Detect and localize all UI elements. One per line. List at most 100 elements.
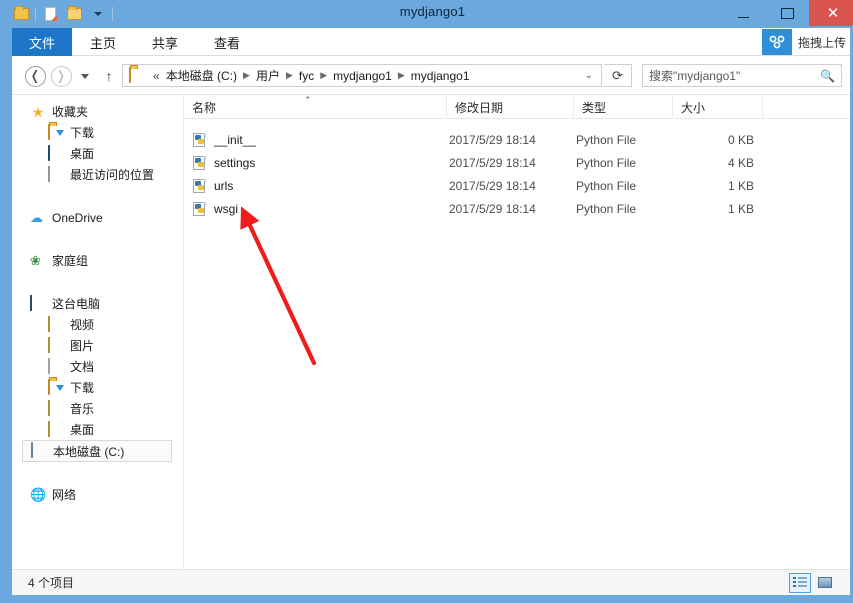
baidu-netdisk-icon[interactable] [761, 29, 792, 55]
sidebar-item-documents[interactable]: 文档 [12, 356, 183, 377]
breadcrumb-separator-1[interactable]: ▶ [283, 70, 296, 81]
column-header-modified[interactable]: 修改日期 [446, 95, 573, 119]
column-header-size[interactable]: 大小 [672, 95, 762, 119]
drag-upload-label[interactable]: 拖拽上传 [798, 34, 850, 51]
sidebar-item-videos[interactable]: 视频 [12, 314, 183, 335]
sidebar-item-downloads[interactable]: 下载 [12, 377, 183, 398]
sidebar-item-downloads-fav-label: 下载 [70, 126, 95, 140]
breadcrumb-separator-3[interactable]: ▶ [395, 70, 408, 81]
column-header-filler[interactable] [762, 95, 849, 119]
search-box[interactable]: 搜索"mydjango1" 🔍 [642, 64, 842, 87]
breadcrumb-overflow[interactable]: « [150, 69, 163, 83]
column-header-name[interactable]: 名称 [184, 95, 446, 119]
up-button[interactable]: ↑ [98, 65, 120, 87]
close-button[interactable]: ✕ [809, 0, 853, 26]
sidebar-item-music[interactable]: 音乐 [12, 398, 183, 419]
python-file-icon [192, 132, 207, 148]
breadcrumb-item-4[interactable]: mydjango1 [408, 69, 473, 83]
details-view-icon [793, 577, 807, 588]
file-size-cell: 1 KB [727, 201, 754, 216]
homegroup-icon: ❀ [30, 252, 41, 268]
file-name-cell[interactable]: urls [192, 174, 233, 197]
sidebar-item-recent-places-label: 最近访问的位置 [70, 168, 155, 182]
sidebar-group-this-pc-label: 这台电脑 [52, 297, 101, 311]
column-header-name-label: 名称 [192, 100, 217, 115]
file-name-cell[interactable]: wsgi [192, 197, 238, 220]
breadcrumb[interactable]: « 本地磁盘 (C:) ▶ 用户 ▶ fyc ▶ mydjango1 ▶ myd… [122, 64, 602, 87]
sidebar-item-homegroup[interactable]: ❀ 家庭组 [12, 250, 183, 271]
breadcrumb-item-3[interactable]: mydjango1 [330, 69, 395, 83]
breadcrumb-item-0[interactable]: 本地磁盘 (C:) [163, 67, 240, 84]
ribbon-tab-bar: 文件 主页 共享 查看 拖拽上传 [12, 28, 850, 56]
file-name-cell[interactable]: settings [192, 151, 255, 174]
local-disk-icon [31, 442, 47, 459]
column-header-type-label: 类型 [582, 100, 607, 115]
back-button[interactable]: ❬ [24, 65, 46, 87]
file-modified-cell: 2017/5/29 18:14 [449, 178, 536, 193]
search-icon[interactable]: 🔍 [820, 69, 835, 83]
minimize-button[interactable] [721, 0, 765, 26]
view-mode-buttons [789, 572, 850, 593]
file-modified-cell: 2017/5/29 18:14 [449, 201, 536, 216]
sidebar-item-videos-label: 视频 [70, 318, 95, 332]
file-type-cell: Python File [576, 155, 637, 170]
breadcrumb-item-2[interactable]: fyc [296, 69, 317, 83]
file-modified-cell: 2017/5/29 18:14 [449, 132, 536, 147]
cloud-icon: ☁ [30, 209, 43, 225]
file-size-cell: 0 KB [727, 132, 754, 147]
downloads-icon [48, 378, 64, 396]
window-controls: ✕ [721, 0, 853, 26]
file-type-cell: Python File [576, 178, 637, 193]
explorer-body: ★ 收藏夹 下载 桌面 最近访问的位置 ☁ OneDrive ❀ 家庭组 这台电… [12, 94, 850, 569]
breadcrumb-separator-0[interactable]: ▶ [240, 70, 253, 81]
sidebar-item-desktop-label: 桌面 [70, 423, 95, 437]
sidebar-item-onedrive[interactable]: ☁ OneDrive [12, 207, 183, 228]
large-icons-view-button[interactable] [814, 573, 836, 593]
column-header-modified-label: 修改日期 [455, 100, 504, 115]
table-row[interactable]: __init__ 2017/5/29 18:14 Python File 0 K… [184, 128, 850, 151]
sidebar-item-network-label: 网络 [52, 488, 77, 502]
column-header-type[interactable]: 类型 [573, 95, 672, 119]
ribbon-addon: 拖拽上传 [761, 28, 850, 56]
tab-share[interactable]: 共享 [134, 28, 196, 56]
forward-button[interactable]: ❭ [50, 65, 72, 87]
title-bar: mydjango1 ✕ [6, 0, 853, 28]
refresh-button[interactable]: ⟳ [604, 64, 632, 87]
breadcrumb-item-1[interactable]: 用户 [253, 67, 283, 84]
desktop-folder-icon [48, 420, 64, 438]
tab-home[interactable]: 主页 [72, 28, 134, 56]
details-view-button[interactable] [789, 572, 811, 593]
sidebar-item-network[interactable]: 🌐 网络 [12, 484, 183, 505]
sidebar-item-desktop-fav[interactable]: 桌面 [12, 143, 183, 164]
this-pc-icon [30, 294, 46, 312]
sidebar-group-favorites[interactable]: ★ 收藏夹 [12, 101, 183, 122]
tab-file[interactable]: 文件 [12, 28, 73, 56]
breadcrumb-separator-2[interactable]: ▶ [317, 70, 330, 81]
recent-locations-button[interactable] [74, 65, 96, 87]
sidebar-item-pictures[interactable]: 图片 [12, 335, 183, 356]
table-row[interactable]: settings 2017/5/29 18:14 Python File 4 K… [184, 151, 850, 174]
sidebar-item-downloads-fav[interactable]: 下载 [12, 122, 183, 143]
star-icon: ★ [31, 103, 45, 120]
sidebar-item-recent-places[interactable]: 最近访问的位置 [12, 164, 183, 185]
pictures-icon [48, 336, 64, 354]
explorer-window: mydjango1 ✕ 文件 主页 共享 查看 拖拽上传 ❬ ❭ ↑ « 本地磁… [0, 0, 853, 603]
sidebar-item-local-disk-c-label: 本地磁盘 (C:) [53, 444, 125, 459]
sidebar-item-desktop[interactable]: 桌面 [12, 419, 183, 440]
sidebar-group-this-pc[interactable]: 这台电脑 [12, 293, 183, 314]
music-icon [48, 399, 64, 417]
sidebar-item-local-disk-c[interactable]: 本地磁盘 (C:) [22, 440, 172, 462]
search-input[interactable]: 搜索"mydjango1" [649, 67, 820, 84]
maximize-button[interactable] [765, 0, 809, 26]
sidebar-item-onedrive-label: OneDrive [52, 210, 103, 225]
table-row[interactable]: urls 2017/5/29 18:14 Python File 1 KB [184, 174, 850, 197]
file-type-cell: Python File [576, 132, 637, 147]
file-name-cell[interactable]: __init__ [192, 128, 256, 151]
tab-view[interactable]: 查看 [196, 28, 258, 56]
desktop-icon [48, 144, 64, 162]
table-row[interactable]: wsgi 2017/5/29 18:14 Python File 1 KB [184, 197, 850, 220]
chevron-down-icon[interactable]: ⌄ [579, 70, 599, 81]
